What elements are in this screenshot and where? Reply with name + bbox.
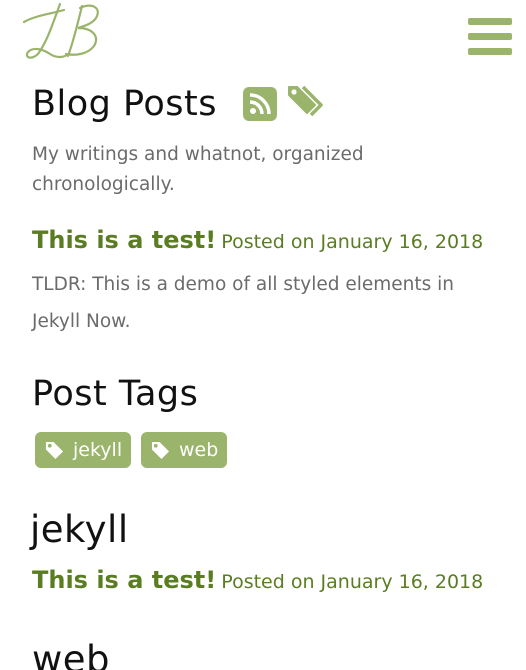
page-description: My writings and whatnot, organized chron…: [32, 144, 364, 195]
post-entry: This is a test! Posted on January 16, 20…: [32, 226, 483, 254]
post-title-link[interactable]: This is a test!: [32, 566, 216, 594]
tag-group-heading-web: web: [32, 638, 111, 670]
tag-button-web[interactable]: web: [141, 432, 227, 468]
post-excerpt: TLDR: This is a demo of all styled eleme…: [32, 274, 455, 332]
post-tags-heading: Post Tags: [32, 374, 199, 414]
tag-icon: [151, 441, 170, 460]
hamburger-icon: [468, 18, 512, 25]
menu-button[interactable]: [468, 18, 512, 56]
post-date: Posted on January 16, 2018: [221, 571, 484, 593]
tag-label: web: [179, 439, 219, 461]
post-date: Posted on January 16, 2018: [221, 231, 484, 253]
hamburger-icon-bar: [468, 48, 512, 55]
hamburger-icon-bar: [468, 33, 512, 40]
rss-icon[interactable]: [243, 87, 277, 121]
tag-label: jekyll: [73, 439, 123, 461]
logo[interactable]: [20, 0, 102, 62]
tag-group-heading-jekyll: jekyll: [30, 508, 129, 551]
post-title-link[interactable]: This is a test!: [32, 226, 216, 254]
post-entry: This is a test! Posted on January 16, 20…: [32, 566, 483, 594]
tag-button-jekyll[interactable]: jekyll: [35, 432, 131, 468]
page-title: Blog Posts: [32, 84, 217, 124]
tag-icon: [45, 441, 64, 460]
tags-icon[interactable]: [287, 85, 331, 121]
